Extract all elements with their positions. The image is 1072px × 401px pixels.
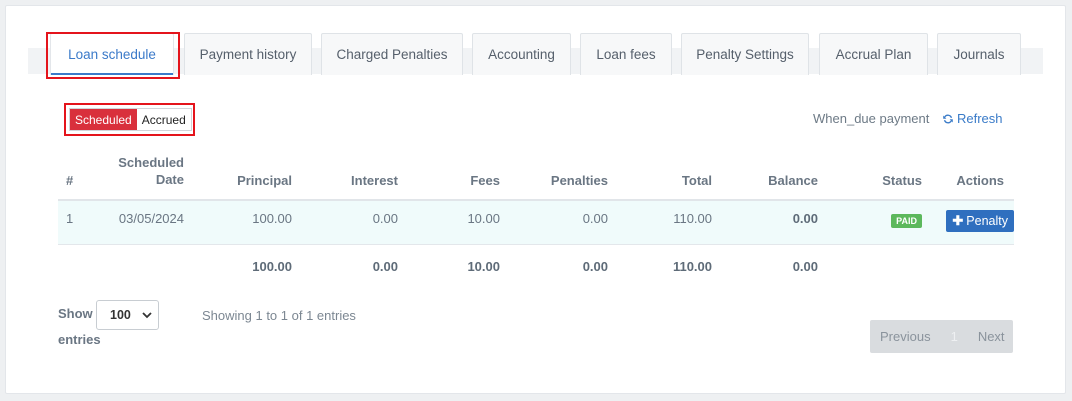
schedule-toggle: Scheduled Accrued <box>69 108 192 131</box>
header-scheduled-date[interactable]: Scheduled Date <box>78 151 184 201</box>
cell-empty <box>922 244 1014 288</box>
header-fees[interactable]: Fees <box>398 151 500 201</box>
toggle-scheduled[interactable]: Scheduled <box>70 109 137 130</box>
loan-schedule-table: # Scheduled Date Principal Interest Fees… <box>58 151 1014 288</box>
total-penalties: 0.00 <box>582 258 608 274</box>
page-size-value: 100 <box>110 308 131 322</box>
total-fees: 10.00 <box>467 258 500 274</box>
cell-interest: 0.00 <box>292 200 398 245</box>
pagination: Previous 1 Next <box>870 320 1013 353</box>
cell-actions: ✚ Penalty <box>922 200 1014 245</box>
total-balance: 0.00 <box>792 258 818 274</box>
add-penalty-button[interactable]: ✚ Penalty <box>946 210 1014 232</box>
header-date-line2: Date <box>155 172 184 187</box>
header-num[interactable]: # <box>58 151 78 201</box>
header-principal[interactable]: Principal <box>184 151 292 201</box>
show-label: Show <box>58 306 93 321</box>
entries-label: entries <box>58 332 101 347</box>
refresh-label: Refresh <box>957 111 1003 126</box>
tab-loan-schedule[interactable]: Loan schedule <box>50 33 174 75</box>
tab-accounting[interactable]: Accounting <box>472 33 571 75</box>
tab-journals[interactable]: Journals <box>937 33 1021 75</box>
table-row: 1 03/05/2024 100.00 0.00 10.00 0.00 110.… <box>58 200 1014 245</box>
cell-empty <box>58 244 78 288</box>
tab-loan-fees[interactable]: Loan fees <box>580 33 672 75</box>
header-actions: Actions <box>922 151 1014 201</box>
add-penalty-label: Penalty <box>966 214 1008 228</box>
tab-penalty-settings[interactable]: Penalty Settings <box>681 33 809 75</box>
header-interest[interactable]: Interest <box>292 151 398 201</box>
cell-principal: 100.00 <box>184 200 292 245</box>
tab-label: Accounting <box>488 47 555 62</box>
tab-accrual-plan[interactable]: Accrual Plan <box>819 33 928 75</box>
header-balance[interactable]: Balance <box>712 151 818 201</box>
cell-num: 1 <box>58 200 78 245</box>
page-size-select[interactable]: 100 <box>96 300 159 330</box>
when-due-payment-label: When_due payment <box>813 111 930 126</box>
toggle-accrued[interactable]: Accrued <box>136 109 191 130</box>
tab-label: Loan schedule <box>68 47 156 62</box>
total-interest: 0.00 <box>372 258 398 274</box>
tab-label: Penalty Settings <box>696 47 794 62</box>
tab-charged-penalties[interactable]: Charged Penalties <box>321 33 463 75</box>
status-badge: PAID <box>891 214 922 228</box>
cell-fees: 10.00 <box>398 200 500 245</box>
table-header-row: # Scheduled Date Principal Interest Fees… <box>58 151 1014 201</box>
tab-label: Charged Penalties <box>336 47 448 62</box>
tab-label: Accrual Plan <box>835 47 912 62</box>
active-tab-indicator <box>51 73 173 75</box>
cell-date: 03/05/2024 <box>78 200 184 245</box>
tab-label: Loan fees <box>596 47 656 62</box>
tab-label: Journals <box>953 47 1005 62</box>
header-total[interactable]: Total <box>608 151 712 201</box>
totals-row: 100.00 0.00 10.00 0.00 110.00 0.00 <box>58 244 1014 288</box>
tab-label: Payment history <box>199 47 297 62</box>
header-status[interactable]: Status <box>818 151 922 201</box>
total-principal: 100.00 <box>252 258 292 274</box>
tab-payment-history[interactable]: Payment history <box>184 33 312 75</box>
refresh-icon <box>943 114 953 123</box>
header-penalties[interactable]: Penalties <box>500 151 608 201</box>
cell-status: PAID <box>818 200 922 245</box>
cell-penalties: 0.00 <box>500 200 608 245</box>
header-date-line1: Scheduled <box>118 155 184 170</box>
cell-empty <box>78 244 184 288</box>
page-number-button[interactable]: 1 <box>951 329 958 344</box>
chevron-down-icon <box>142 311 152 318</box>
next-page-button[interactable]: Next <box>978 329 1005 344</box>
refresh-link[interactable]: Refresh <box>942 111 1003 126</box>
showing-entries-text: Showing 1 to 1 of 1 entries <box>202 308 356 323</box>
cell-balance: 0.00 <box>712 200 818 245</box>
plus-icon: ✚ <box>952 213 964 228</box>
cell-empty <box>818 244 922 288</box>
previous-page-button[interactable]: Previous <box>880 329 931 344</box>
total-total: 110.00 <box>672 258 712 274</box>
cell-total: 110.00 <box>608 200 712 245</box>
